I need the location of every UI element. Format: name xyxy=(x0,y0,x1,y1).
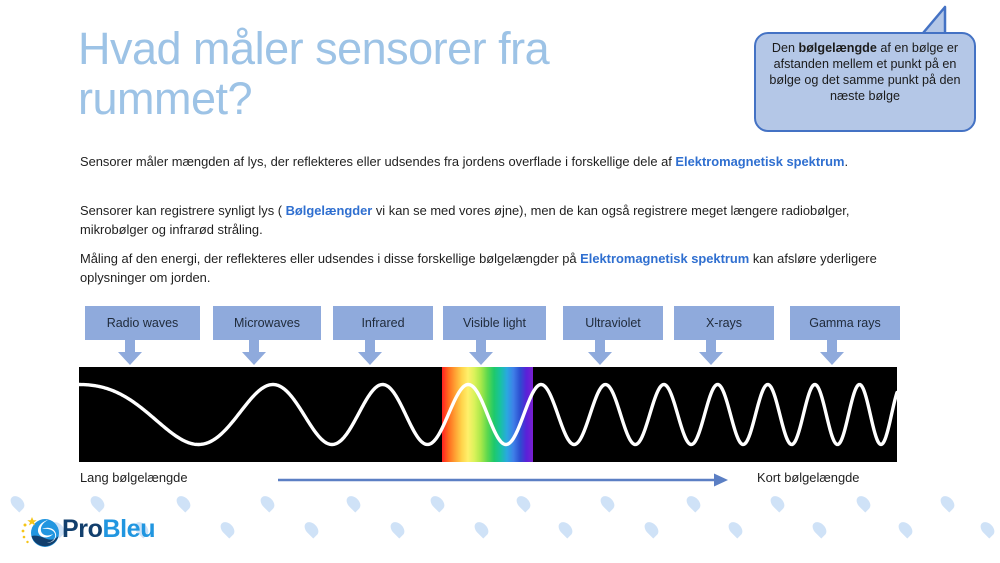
body-paragraph-3: Måling af den energi, der reflekteres el… xyxy=(80,249,912,287)
spectrum-label-arrow-icon-6 xyxy=(820,340,844,365)
callout-text-before: Den xyxy=(771,41,799,55)
spectrum-label-microwaves[interactable]: Microwaves xyxy=(213,306,321,340)
callout-bubble-text: Den bølgelængde af en bølge er afstanden… xyxy=(754,32,976,132)
droplet-decoration xyxy=(387,519,408,539)
p3-segment-1: Elektromagnetisk spektrum xyxy=(580,251,750,266)
droplet-decoration xyxy=(725,519,746,539)
axis-label-short-wavelength: Kort bølgelængde xyxy=(757,470,860,485)
droplet-decoration xyxy=(853,493,874,513)
spectrum-label-arrow-icon-3 xyxy=(469,340,493,365)
spectrum-label-arrow-icon-4 xyxy=(588,340,612,365)
droplet-decoration xyxy=(683,493,704,513)
droplet-decoration xyxy=(301,519,322,539)
p1-segment-2: . xyxy=(844,154,849,169)
droplet-decoration xyxy=(597,493,618,513)
spectrum-label-ultraviolet[interactable]: Ultraviolet xyxy=(563,306,663,340)
spectrum-label-arrow-icon-0 xyxy=(118,340,142,365)
droplet-decoration xyxy=(895,519,916,539)
spectrum-label-arrow-icon-2 xyxy=(358,340,382,365)
logo-text-bleu: Bleu xyxy=(102,515,156,543)
droplet-decoration xyxy=(471,519,492,539)
spectrum-label-x-rays[interactable]: X-rays xyxy=(674,306,774,340)
p1-segment-1: Elektromagnetisk spektrum xyxy=(675,154,845,169)
callout-bold-term: bølgelængde xyxy=(798,41,877,55)
droplet-decoration xyxy=(427,493,448,513)
body-paragraph-1: Sensorer måler mængden af lys, der refle… xyxy=(80,152,912,171)
spectrum-label-infrared[interactable]: Infrared xyxy=(333,306,433,340)
droplet-decoration xyxy=(173,493,194,513)
droplet-decoration xyxy=(343,493,364,513)
droplet-decoration xyxy=(513,493,534,513)
spectrum-label-gamma-rays[interactable]: Gamma rays xyxy=(790,306,900,340)
logo-text-pro: Pro xyxy=(62,515,103,543)
wavelength-direction-arrow-icon xyxy=(278,473,728,487)
droplet-decoration xyxy=(809,519,830,539)
body-paragraph-2: Sensorer kan registrere synligt lys ( Bø… xyxy=(80,201,912,239)
droplet-decoration xyxy=(257,493,278,513)
droplet-decoration xyxy=(87,493,108,513)
slide-canvas: Hvad måler sensorer fra rummet? Den bølg… xyxy=(0,0,1000,563)
spectrum-label-radio-waves[interactable]: Radio waves xyxy=(85,306,200,340)
page-title: Hvad måler sensorer fra rummet? xyxy=(78,23,550,125)
electromagnetic-spectrum-panel xyxy=(79,367,897,462)
spectrum-label-visible-light[interactable]: Visible light xyxy=(443,306,546,340)
p3-segment-0: Måling af den energi, der reflekteres el… xyxy=(80,251,581,266)
callout-bubble: Den bølgelængde af en bølge er afstanden… xyxy=(754,4,984,138)
probleu-logo-text: ProBleu xyxy=(62,515,155,544)
droplet-decoration xyxy=(937,493,958,513)
p2-segment-1: Bølgelængder xyxy=(285,203,373,218)
p2-segment-0: Sensorer kan registrere synligt lys ( xyxy=(80,203,286,218)
p1-segment-0: Sensorer måler mængden af lys, der refle… xyxy=(80,154,676,169)
axis-label-long-wavelength: Lang bølgelængde xyxy=(80,470,188,485)
droplet-decoration xyxy=(977,519,998,539)
droplet-decoration xyxy=(7,493,28,513)
spectrum-label-arrow-icon-5 xyxy=(699,340,723,365)
wave-curve xyxy=(79,382,897,447)
droplet-decoration xyxy=(767,493,788,513)
droplet-decoration xyxy=(555,519,576,539)
spectrum-label-arrow-icon-1 xyxy=(242,340,266,365)
droplet-decoration xyxy=(641,519,662,539)
